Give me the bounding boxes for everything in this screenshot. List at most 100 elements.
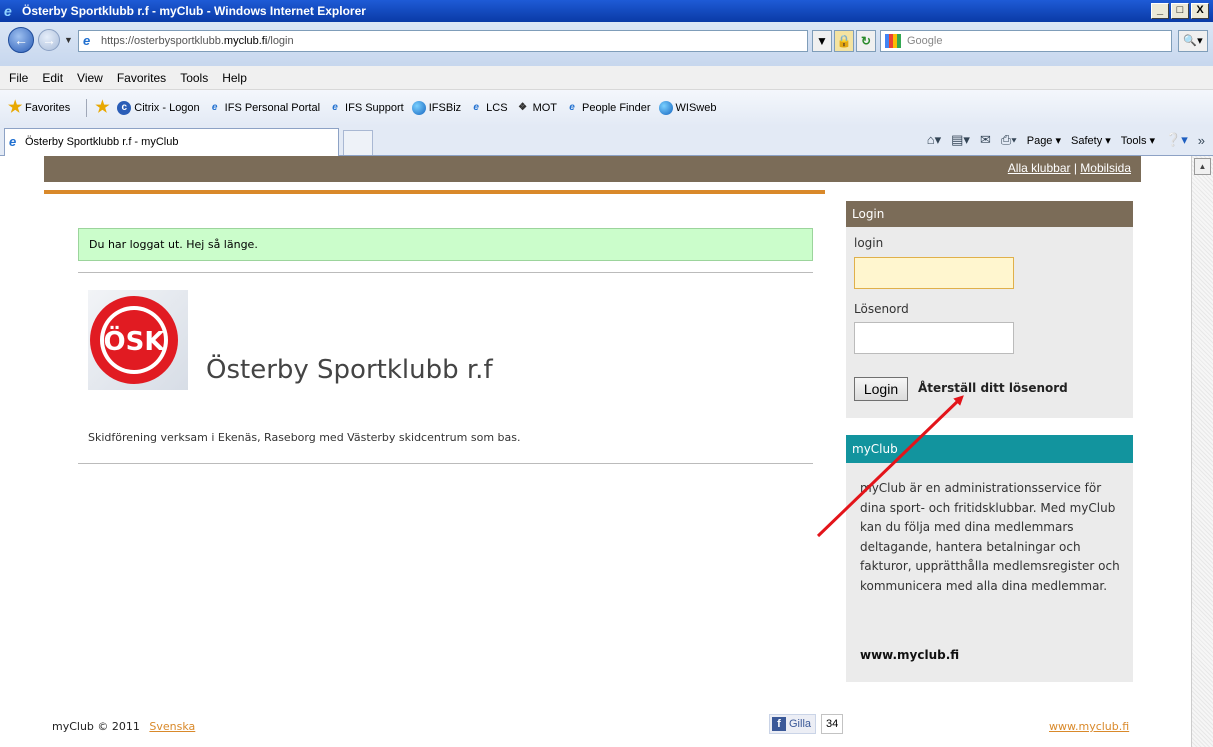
footer-left: myClub © 2011 Svenska xyxy=(52,720,195,733)
top-links-separator: | xyxy=(1073,161,1077,175)
orange-divider xyxy=(44,190,825,194)
reset-password-link[interactable]: Återställ ditt lösenord xyxy=(918,381,1068,395)
search-input[interactable]: Google xyxy=(880,30,1172,52)
feeds-icon[interactable]: ▤▾ xyxy=(951,132,970,148)
tab-osterby[interactable]: e Österby Sportklubb r.f - myClub xyxy=(4,128,339,156)
refresh-icon[interactable]: ↻ xyxy=(856,30,876,52)
login-button[interactable]: Login xyxy=(854,377,908,401)
history-dropdown-icon[interactable]: ▼ xyxy=(64,35,73,45)
scroll-up-icon[interactable]: ▲ xyxy=(1194,158,1211,175)
password-input[interactable] xyxy=(854,322,1014,354)
globe-icon: o xyxy=(658,101,673,115)
new-tab-button[interactable] xyxy=(343,130,373,155)
login-panel: Login login Lösenord Login Återställ dit… xyxy=(846,201,1133,418)
favorite-label: LCS xyxy=(486,102,508,114)
myclub-url-link[interactable]: www.myclub.fi xyxy=(860,648,959,662)
footer-url-link[interactable]: www.myclub.fi xyxy=(1049,720,1129,733)
print-icon[interactable]: ⎙▾ xyxy=(1001,132,1017,148)
like-count: 34 xyxy=(821,714,844,734)
menu-tools[interactable]: Tools xyxy=(173,71,215,85)
google-icon xyxy=(885,34,901,48)
search-placeholder: Google xyxy=(907,35,943,47)
logout-notice: Du har loggat ut. Hej så länge. xyxy=(78,228,813,261)
page-menu[interactable]: Page ▾ xyxy=(1027,134,1061,147)
forward-button[interactable]: → xyxy=(38,29,60,51)
club-logo: ÖSK xyxy=(88,290,188,390)
help-icon[interactable]: ❔▾ xyxy=(1165,132,1188,148)
address-input[interactable]: e https://osterbysportklubb.myclub.fi/lo… xyxy=(78,30,808,52)
favorite-ifs-portal[interactable]: e IFS Personal Portal xyxy=(208,101,320,115)
favorites-label: Favorites xyxy=(25,102,71,114)
maximize-button[interactable]: □ xyxy=(1171,3,1189,19)
add-favorite-icon[interactable]: ★ xyxy=(95,100,109,116)
favorites-button[interactable]: ★ Favorites xyxy=(8,100,71,116)
favorite-label: WISweb xyxy=(675,102,717,114)
ie-page-icon: e xyxy=(211,102,218,113)
vertical-scrollbar[interactable]: ▲ xyxy=(1191,156,1213,747)
ie-page-icon: e xyxy=(9,134,17,149)
window-title: Österby Sportklubb r.f - myClub - Window… xyxy=(22,4,366,18)
language-link[interactable]: Svenska xyxy=(149,720,195,733)
all-clubs-link[interactable]: Alla klubbar xyxy=(1008,161,1071,175)
menu-help[interactable]: Help xyxy=(215,71,254,85)
logo-lettering: ÖSK xyxy=(104,324,166,357)
facebook-like: f Gilla 34 xyxy=(769,714,844,734)
like-button[interactable]: f Gilla xyxy=(769,714,817,734)
url-domain: myclub.fi xyxy=(223,35,268,47)
club-name: Österby Sportklubb r.f xyxy=(206,355,493,385)
favorite-label: IFS Personal Portal xyxy=(224,102,321,114)
password-label: Lösenord xyxy=(854,302,909,316)
mail-icon[interactable]: ✉ xyxy=(980,132,991,148)
favorite-ifsbiz[interactable]: o IFSBiz xyxy=(411,101,461,115)
username-input[interactable] xyxy=(854,257,1014,289)
favorite-citrix[interactable]: c Citrix - Logon xyxy=(117,101,200,115)
ie-page-icon: e xyxy=(473,102,479,113)
safety-menu[interactable]: Safety ▾ xyxy=(1071,134,1111,147)
footer-copyright: myClub © 2011 xyxy=(52,720,140,733)
address-dropdown-icon[interactable]: ▼ xyxy=(812,30,832,52)
favorite-label: Citrix - Logon xyxy=(134,102,200,114)
username-label: login xyxy=(854,236,884,250)
web-page: Alla klubbar | Mobilsida Du har loggat u… xyxy=(8,156,1191,747)
menu-view[interactable]: View xyxy=(70,71,110,85)
citrix-icon: c xyxy=(117,101,132,115)
page-icon: e xyxy=(83,33,91,48)
login-heading: Login xyxy=(846,201,1133,227)
mobile-site-link[interactable]: Mobilsida xyxy=(1080,161,1131,175)
lock-icon[interactable]: 🔒 xyxy=(834,30,854,52)
mot-icon: ❖ xyxy=(518,102,528,113)
tools-menu[interactable]: Tools ▾ xyxy=(1121,134,1155,147)
home-icon[interactable]: ⌂▾ xyxy=(927,132,941,148)
command-bar: ⌂▾ ▤▾ ✉ ⎙▾ Page ▾ Safety ▾ Tools ▾ ❔▾ » xyxy=(927,132,1205,148)
facebook-icon: f xyxy=(772,717,786,731)
top-strip: Alla klubbar | Mobilsida xyxy=(44,156,1141,182)
favorite-wisweb[interactable]: o WISweb xyxy=(658,101,717,115)
top-links: Alla klubbar | Mobilsida xyxy=(1008,161,1131,175)
divider xyxy=(78,272,813,273)
like-label: Gilla xyxy=(789,718,812,730)
chevron-right-icon[interactable]: » xyxy=(1198,133,1205,148)
divider xyxy=(78,463,813,464)
favorite-label: MOT xyxy=(532,102,558,114)
ie-page-icon: e xyxy=(332,102,338,113)
address-toolbar: ← → ▼ e https://osterbysportklubb.myclub… xyxy=(0,22,1213,66)
url-path: /login xyxy=(267,35,294,47)
myclub-description: myClub är en administrationsservice för … xyxy=(860,481,1120,593)
search-icon[interactable]: 🔍▾ xyxy=(1178,30,1208,52)
menu-file[interactable]: File xyxy=(2,71,35,85)
back-button[interactable]: ← xyxy=(8,27,34,53)
tab-bar: e Österby Sportklubb r.f - myClub ⌂▾ ▤▾ … xyxy=(0,126,1213,156)
favorite-mot[interactable]: ❖ MOT xyxy=(516,101,557,115)
divider xyxy=(86,99,88,117)
menu-edit[interactable]: Edit xyxy=(35,71,70,85)
ie-logo-icon: e xyxy=(4,3,12,19)
favorite-lcs[interactable]: e LCS xyxy=(469,101,507,115)
window-titlebar[interactable]: e Österby Sportklubb r.f - myClub - Wind… xyxy=(0,0,1213,22)
favorite-label: IFS Support xyxy=(345,102,404,114)
menu-favorites[interactable]: Favorites xyxy=(110,71,173,85)
minimize-button[interactable]: _ xyxy=(1151,3,1169,19)
window-controls: _ □ X xyxy=(1151,3,1209,19)
favorite-people-finder[interactable]: e People Finder xyxy=(565,101,650,115)
close-button[interactable]: X xyxy=(1191,3,1209,19)
favorite-ifs-support[interactable]: e IFS Support xyxy=(328,101,404,115)
